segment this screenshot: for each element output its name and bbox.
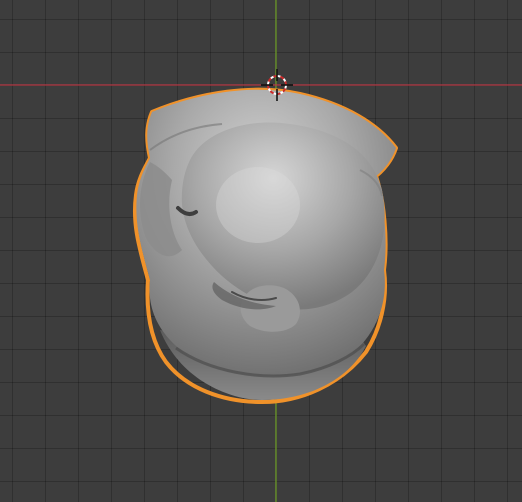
sculpt-highlight (216, 167, 300, 243)
3d-viewport[interactable] (0, 0, 522, 502)
viewport-scene (0, 0, 522, 502)
